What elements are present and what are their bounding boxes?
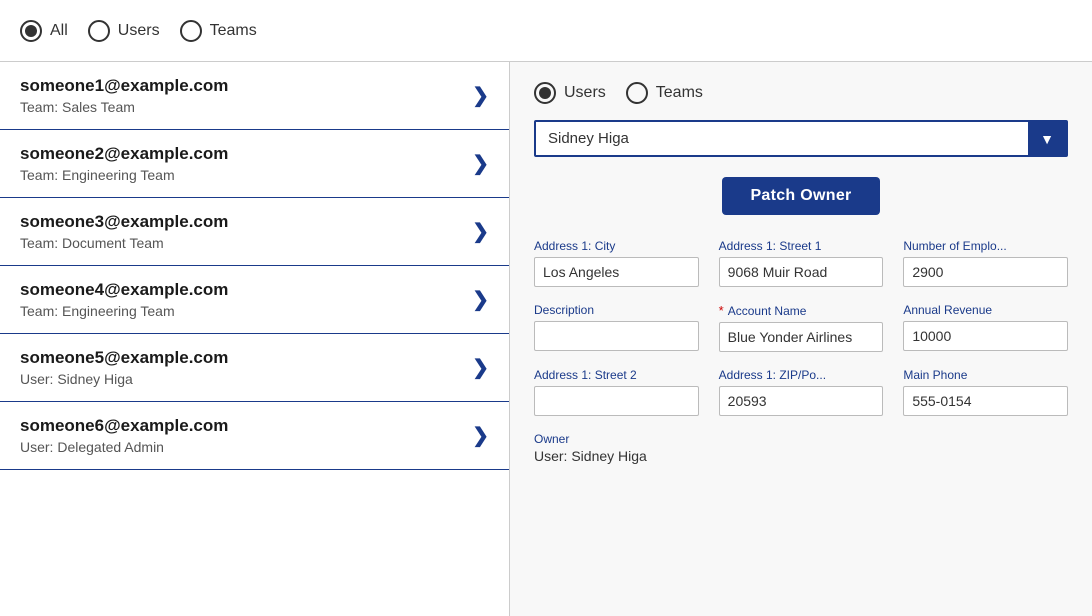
chevron-right-icon: ❯: [472, 219, 489, 244]
list-item-subtext: User: Delegated Admin: [20, 439, 228, 455]
field-input-description[interactable]: [534, 321, 699, 351]
patch-owner-button[interactable]: Patch Owner: [722, 177, 879, 215]
field-label-street2: Address 1: Street 2: [534, 368, 637, 382]
field-group-annualRevenue: Annual Revenue: [903, 303, 1068, 352]
field-group-street1: Address 1: Street 1: [719, 239, 884, 287]
radio-all[interactable]: All: [20, 20, 68, 42]
radio-users-right-label: Users: [564, 84, 606, 102]
chevron-right-icon: ❯: [472, 151, 489, 176]
required-indicator: *: [719, 303, 724, 318]
field-label-street1: Address 1: Street 1: [719, 239, 822, 253]
list-item-email: someone3@example.com: [20, 212, 228, 232]
list-item-text: someone2@example.com Team: Engineering T…: [20, 144, 228, 183]
field-input-numEmployees[interactable]: [903, 257, 1068, 287]
field-label-numEmployees: Number of Emplo...: [903, 239, 1006, 253]
field-group-numEmployees: Number of Emplo...: [903, 239, 1068, 287]
field-label-row-zipCode: Address 1: ZIP/Po...: [719, 368, 884, 382]
list-item-text: someone6@example.com User: Delegated Adm…: [20, 416, 228, 455]
list-item-email: someone5@example.com: [20, 348, 228, 368]
dropdown-value: Sidney Higa: [536, 122, 1028, 155]
chevron-right-icon: ❯: [472, 355, 489, 380]
list-item[interactable]: someone1@example.com Team: Sales Team ❯: [0, 62, 509, 130]
user-dropdown[interactable]: Sidney Higa ▼: [534, 120, 1068, 157]
main-content: someone1@example.com Team: Sales Team ❯ …: [0, 62, 1092, 616]
owner-section: Owner User: Sidney Higa: [534, 432, 1068, 464]
radio-teams-right-circle: [626, 82, 648, 104]
list-item-subtext: Team: Engineering Team: [20, 303, 228, 319]
top-radio-group: All Users Teams: [20, 20, 257, 42]
field-group-street2: Address 1: Street 2: [534, 368, 699, 416]
list-item-email: someone6@example.com: [20, 416, 228, 436]
chevron-right-icon: ❯: [472, 423, 489, 448]
radio-teams-top-label: Teams: [210, 22, 257, 40]
list-item-text: someone1@example.com Team: Sales Team: [20, 76, 228, 115]
field-label-city: Address 1: City: [534, 239, 615, 253]
list-item-text: someone4@example.com Team: Engineering T…: [20, 280, 228, 319]
radio-teams-top-circle: [180, 20, 202, 42]
field-label-accountName: Account Name: [728, 304, 807, 318]
list-item-email: someone2@example.com: [20, 144, 228, 164]
field-input-accountName[interactable]: [719, 322, 884, 352]
field-label-zipCode: Address 1: ZIP/Po...: [719, 368, 826, 382]
right-radio-group: Users Teams: [534, 82, 1068, 104]
list-item-email: someone1@example.com: [20, 76, 228, 96]
radio-users-top-circle: [88, 20, 110, 42]
field-label-row-street2: Address 1: Street 2: [534, 368, 699, 382]
field-group-mainPhone: Main Phone: [903, 368, 1068, 416]
list-item[interactable]: someone4@example.com Team: Engineering T…: [0, 266, 509, 334]
list-item[interactable]: someone5@example.com User: Sidney Higa ❯: [0, 334, 509, 402]
list-item[interactable]: someone3@example.com Team: Document Team…: [0, 198, 509, 266]
list-item-subtext: Team: Engineering Team: [20, 167, 228, 183]
list-item-subtext: Team: Sales Team: [20, 99, 228, 115]
field-label-mainPhone: Main Phone: [903, 368, 967, 382]
radio-users-right-circle: [534, 82, 556, 104]
radio-all-label: All: [50, 22, 68, 40]
field-label-row-city: Address 1: City: [534, 239, 699, 253]
field-label-row-numEmployees: Number of Emplo...: [903, 239, 1068, 253]
owner-label: Owner: [534, 432, 1068, 446]
dropdown-chevron-icon[interactable]: ▼: [1028, 122, 1066, 155]
left-panel: someone1@example.com Team: Sales Team ❯ …: [0, 62, 510, 616]
field-group-accountName: * Account Name: [719, 303, 884, 352]
fields-grid: Address 1: City Address 1: Street 1 Number…: [534, 239, 1068, 416]
field-group-city: Address 1: City: [534, 239, 699, 287]
radio-teams-top[interactable]: Teams: [180, 20, 257, 42]
field-label-annualRevenue: Annual Revenue: [903, 303, 992, 317]
field-label-row-accountName: * Account Name: [719, 303, 884, 318]
field-input-street2[interactable]: [534, 386, 699, 416]
list-item-email: someone4@example.com: [20, 280, 228, 300]
list-item-subtext: Team: Document Team: [20, 235, 228, 251]
field-group-zipCode: Address 1: ZIP/Po...: [719, 368, 884, 416]
radio-all-circle: [20, 20, 42, 42]
field-label-row-annualRevenue: Annual Revenue: [903, 303, 1068, 317]
chevron-right-icon: ❯: [472, 83, 489, 108]
field-group-description: Description: [534, 303, 699, 352]
field-input-mainPhone[interactable]: [903, 386, 1068, 416]
radio-users-top[interactable]: Users: [88, 20, 160, 42]
field-input-zipCode[interactable]: [719, 386, 884, 416]
field-label-row-description: Description: [534, 303, 699, 317]
list-item[interactable]: someone6@example.com User: Delegated Adm…: [0, 402, 509, 470]
radio-users-top-label: Users: [118, 22, 160, 40]
owner-value: User: Sidney Higa: [534, 448, 1068, 464]
field-label-description: Description: [534, 303, 594, 317]
radio-teams-right[interactable]: Teams: [626, 82, 703, 104]
chevron-right-icon: ❯: [472, 287, 489, 312]
field-input-street1[interactable]: [719, 257, 884, 287]
field-label-row-mainPhone: Main Phone: [903, 368, 1068, 382]
field-label-row-street1: Address 1: Street 1: [719, 239, 884, 253]
field-input-city[interactable]: [534, 257, 699, 287]
list-item-text: someone5@example.com User: Sidney Higa: [20, 348, 228, 387]
list-item-text: someone3@example.com Team: Document Team: [20, 212, 228, 251]
radio-teams-right-label: Teams: [656, 84, 703, 102]
field-input-annualRevenue[interactable]: [903, 321, 1068, 351]
list-item[interactable]: someone2@example.com Team: Engineering T…: [0, 130, 509, 198]
right-panel: Users Teams Sidney Higa ▼ Patch Owner Ad…: [510, 62, 1092, 616]
radio-users-right[interactable]: Users: [534, 82, 606, 104]
top-filter-bar: All Users Teams: [0, 0, 1092, 62]
list-item-subtext: User: Sidney Higa: [20, 371, 228, 387]
